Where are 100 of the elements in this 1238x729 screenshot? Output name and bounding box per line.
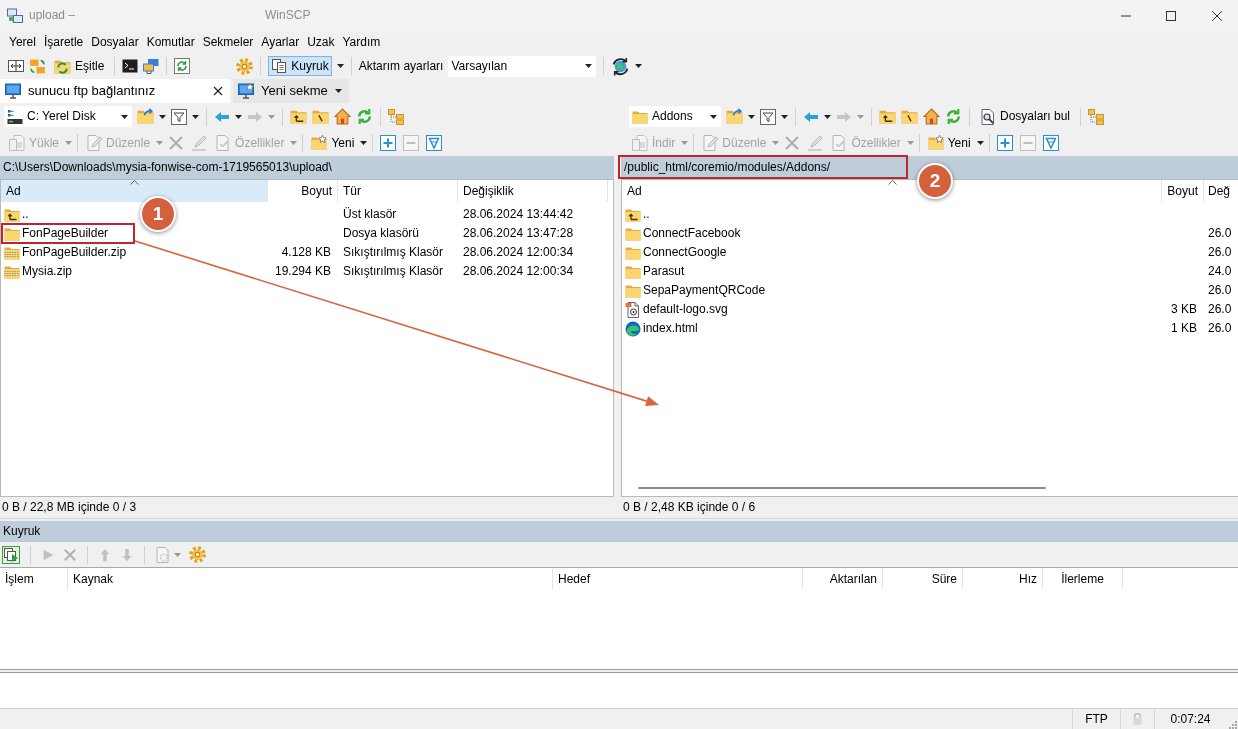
transfer-preset-select[interactable]: Varsayılan — [448, 55, 597, 77]
browser-file-icon — [625, 320, 641, 337]
column-header[interactable]: Değ — [1204, 180, 1237, 202]
compare-icon[interactable] — [8, 58, 24, 74]
column-header[interactable]: Hedef — [553, 568, 803, 590]
maximize-icon[interactable] — [1166, 10, 1176, 21]
menu-item[interactable]: Dosyalar — [88, 34, 142, 50]
caret-icon[interactable] — [635, 64, 643, 68]
file-name[interactable]: ConnectFacebook — [643, 226, 741, 241]
plus-box-icon[interactable] — [380, 135, 397, 151]
scrollbar-thumb[interactable] — [638, 487, 1046, 489]
column-header[interactable]: Süre — [883, 568, 963, 590]
sync-button[interactable]: Eşitle — [51, 55, 108, 77]
monitors-icon[interactable] — [143, 58, 160, 74]
resize-grip-icon[interactable] — [1227, 719, 1237, 729]
column-header[interactable]: Ad — [1, 180, 268, 202]
file-name[interactable]: Mysia.zip — [22, 264, 72, 279]
location-select[interactable]: Addons — [629, 106, 721, 127]
parent-folder-icon[interactable] — [879, 108, 896, 125]
find-files-button[interactable]: Dosyaları bul — [977, 106, 1074, 127]
new-button[interactable]: Yeni — [924, 133, 974, 153]
close-icon[interactable] — [1212, 10, 1222, 21]
globe-sync-icon[interactable] — [611, 56, 631, 76]
modified-date: 24.0 — [1208, 264, 1232, 279]
documents-icon — [632, 135, 648, 151]
parent-folder-icon[interactable] — [290, 108, 307, 125]
filter-icon[interactable] — [760, 108, 776, 125]
documents-icon — [9, 135, 25, 151]
folder-tree-icon[interactable] — [1088, 108, 1105, 125]
tab[interactable]: Yeni sekme — [233, 79, 349, 103]
refresh-icon[interactable] — [945, 108, 962, 125]
column-header[interactable]: İşlem — [0, 568, 68, 590]
menu-item[interactable]: Yerel — [6, 34, 39, 50]
document-check-icon — [831, 135, 848, 151]
menu-item[interactable]: Ayarlar — [258, 34, 303, 50]
caret-icon[interactable] — [360, 141, 368, 145]
file-name[interactable]: default-logo.svg — [643, 302, 728, 317]
window-title: upload – — [29, 8, 76, 23]
filter-box-icon[interactable] — [1042, 135, 1059, 151]
gear-icon[interactable] — [236, 57, 254, 75]
column-header[interactable]: Kaynak — [68, 568, 553, 590]
queue-icon[interactable] — [2, 545, 20, 564]
file-name[interactable]: Parasut — [643, 264, 685, 279]
column-header[interactable]: Hız — [963, 568, 1043, 590]
file-name[interactable]: .. — [22, 207, 29, 222]
home-icon[interactable] — [334, 108, 351, 125]
menu-item[interactable]: Komutlar — [143, 34, 198, 50]
location-select[interactable]: C: Yerel Disk — [4, 106, 132, 127]
folder-tree-icon[interactable] — [388, 108, 404, 125]
column-header[interactable]: Tür — [338, 180, 458, 202]
file-type: Dosya klasörü — [343, 226, 420, 241]
file-name[interactable]: SepaPaymentQRCode — [643, 283, 766, 298]
file-type: Sıkıştırılmış Klasör — [343, 245, 443, 260]
plus-box-icon[interactable] — [996, 135, 1013, 151]
transfer-settings-label: Aktarım ayarları — [358, 58, 444, 74]
new-button[interactable]: Yeni — [308, 133, 358, 153]
column-header[interactable]: Değişiklik — [458, 180, 608, 202]
column-header[interactable]: Aktarılan — [803, 568, 883, 590]
menu-item[interactable]: Yardım — [339, 34, 384, 50]
search-document-icon — [980, 108, 996, 125]
tab[interactable]: sunucu ftp bağlantınız — [0, 79, 230, 103]
column-header[interactable]: Boyut — [268, 180, 338, 202]
home-icon[interactable] — [923, 108, 940, 125]
caret-icon[interactable] — [781, 114, 788, 119]
refresh-icon[interactable] — [356, 108, 373, 125]
caret-icon[interactable] — [976, 141, 984, 145]
menu-item[interactable]: Uzak — [304, 34, 338, 50]
caret-icon[interactable] — [159, 114, 166, 119]
close-icon[interactable] — [213, 86, 223, 96]
open-folder-icon[interactable] — [137, 108, 154, 125]
menu-item[interactable]: Sekmeler — [199, 34, 257, 50]
column-header[interactable]: Boyut — [1162, 180, 1204, 202]
queue-button[interactable]: Kuyruk — [268, 56, 332, 76]
modified-date: 26.0 — [1208, 321, 1232, 336]
root-folder-icon[interactable] — [312, 108, 329, 125]
modified-date: 28.06.2024 13:44:42 — [463, 207, 574, 222]
gear-icon[interactable] — [189, 546, 206, 563]
file-name[interactable]: .. — [643, 207, 650, 222]
caret-icon[interactable] — [748, 114, 755, 119]
pages-icon — [271, 58, 288, 74]
column-header[interactable]: İlerleme — [1043, 568, 1123, 590]
filter-box-icon[interactable] — [426, 135, 443, 151]
open-folder-icon[interactable] — [726, 108, 743, 125]
app-icon — [7, 7, 23, 24]
caret-icon[interactable] — [334, 89, 342, 93]
refresh-box-icon[interactable] — [174, 58, 191, 74]
caret-icon[interactable] — [235, 114, 242, 119]
menu-item[interactable]: İşaretle — [40, 34, 87, 50]
filter-icon[interactable] — [171, 108, 187, 125]
root-folder-icon[interactable] — [901, 108, 918, 125]
caret-icon[interactable] — [192, 114, 199, 119]
file-name[interactable]: FonPageBuilder.zip — [22, 245, 127, 260]
caret-icon[interactable] — [336, 64, 344, 68]
app-name: WinSCP — [265, 8, 311, 23]
file-name[interactable]: FonPageBuilder — [22, 226, 109, 241]
file-name[interactable]: index.html — [643, 321, 698, 336]
caret-icon[interactable] — [824, 114, 831, 119]
terminal-icon[interactable] — [122, 58, 139, 74]
folders-sync-icon[interactable] — [29, 57, 46, 75]
file-name[interactable]: ConnectGoogle — [643, 245, 727, 260]
